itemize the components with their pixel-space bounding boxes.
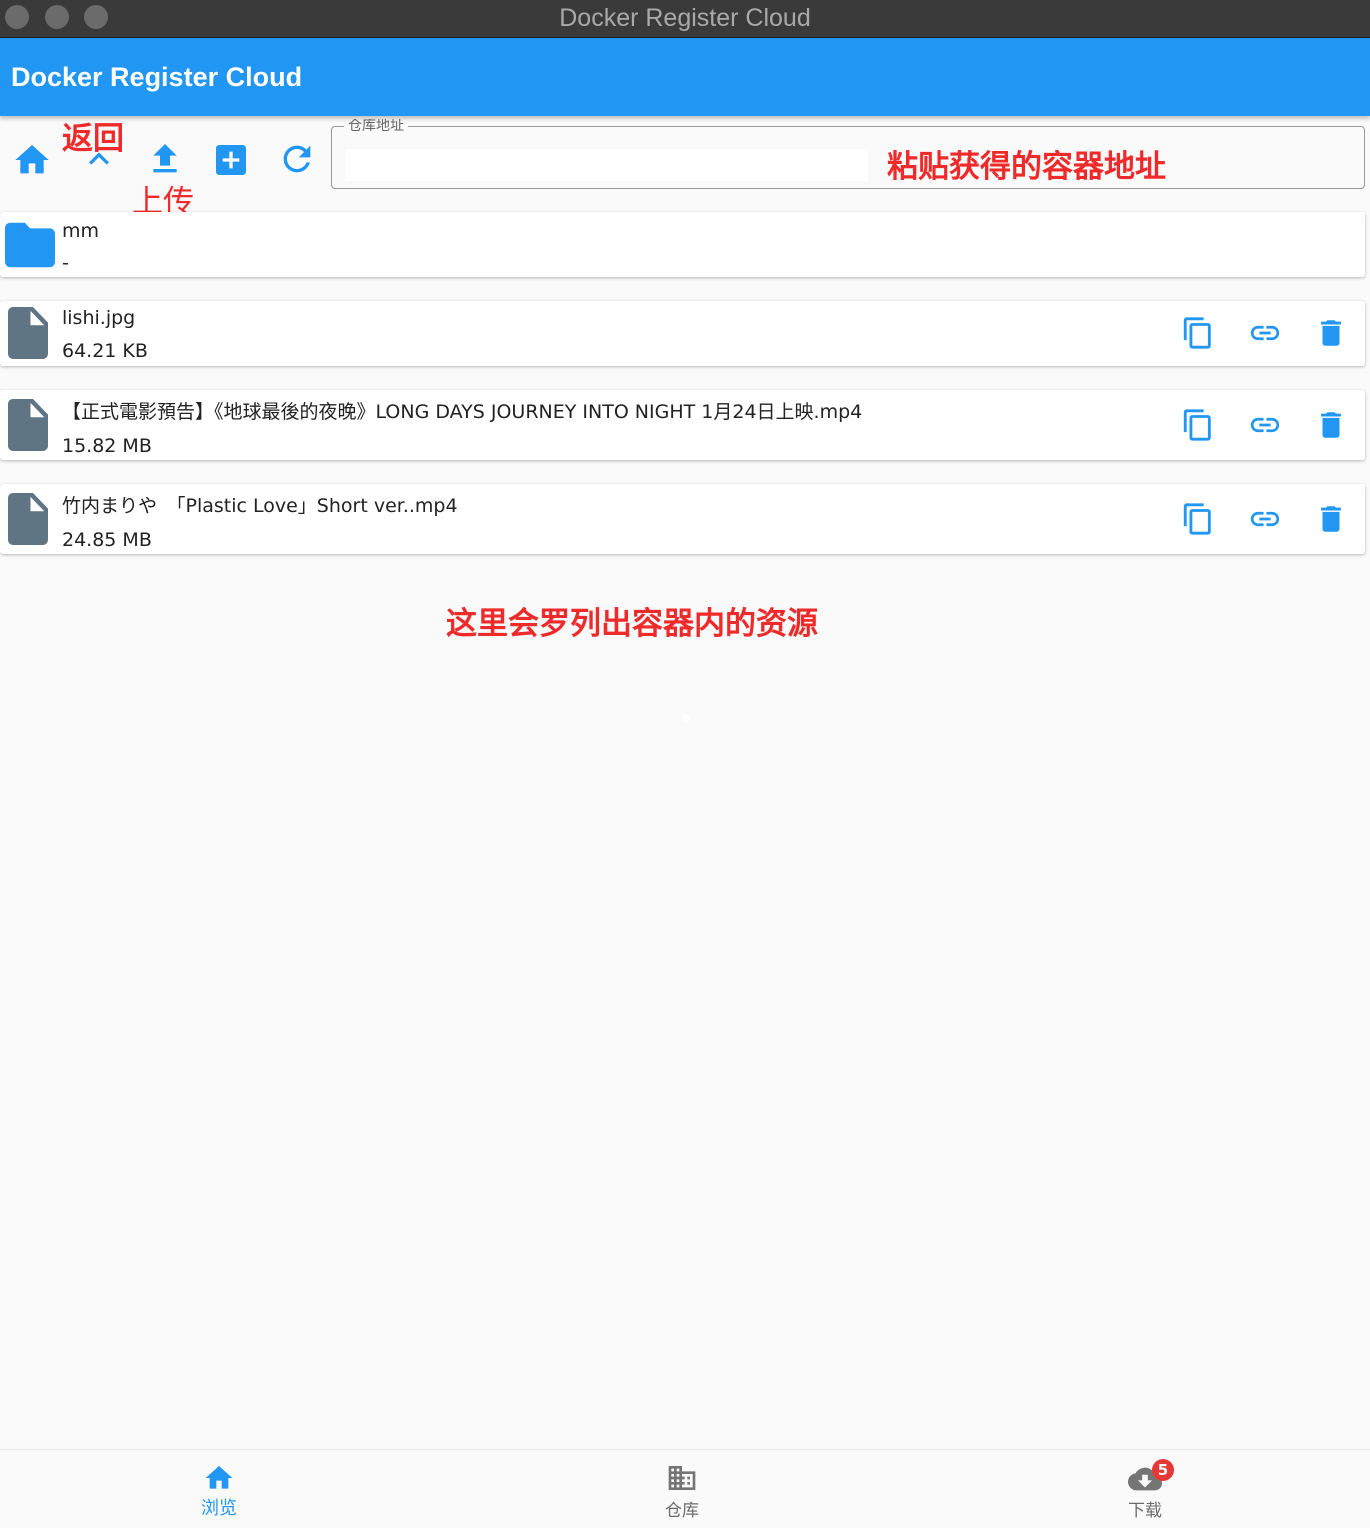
building-icon [668,1466,696,1490]
app-title: Docker Register Cloud [11,62,303,92]
file-name: 【正式電影預告】《地球最後的夜晚》LONG DAYS JOURNEY INTO … [62,401,863,423]
copy-icon [1183,317,1211,349]
home-icon [15,145,49,174]
copy-button[interactable] [1181,502,1215,536]
file-name: mm [62,220,100,242]
window-title: Docker Register Cloud [559,4,811,32]
copy-button[interactable] [1181,408,1215,442]
nav-browse[interactable]: 浏览 [159,1450,279,1528]
delete-button[interactable] [1314,502,1348,536]
window-titlebar: Docker Register Cloud [0,0,1370,38]
file-icon [8,307,48,359]
list-annotation: 这里会罗列出容器内的资源 [446,606,818,642]
file-size: 64.21 KB [62,340,148,362]
file-name: 竹内まりや 「Plastic Love」Short ver..mp4 [62,495,458,517]
file-size: 15.82 MB [62,435,152,457]
link-button[interactable] [1248,502,1282,536]
file-size: - [62,252,69,274]
nav-label: 仓库 [665,1501,699,1521]
app-bar: Docker Register Cloud [0,38,1370,116]
back-annotation: 返回 [62,121,124,157]
file-name: lishi.jpg [62,307,136,329]
link-icon [1250,417,1280,433]
list-item[interactable]: mm - [0,212,1365,277]
home-icon [205,1466,233,1489]
bottom-navigation: 浏览 仓库 5 下载 [0,1449,1370,1528]
delete-icon [1321,320,1341,346]
address-label: 仓库地址 [344,119,408,131]
link-button[interactable] [1248,316,1282,350]
download-count-badge: 5 [1152,1459,1174,1481]
delete-button[interactable] [1314,316,1348,350]
refresh-icon [283,145,311,173]
nav-download[interactable]: 5 下载 [1085,1450,1205,1528]
loading-dot [682,714,690,722]
nav-label: 下载 [1128,1501,1162,1521]
folder-icon [5,222,55,268]
file-icon [8,493,48,545]
refresh-button[interactable] [277,139,317,179]
repository-address-field[interactable]: 仓库地址 粘贴获得的容器地址 [331,119,1365,189]
delete-icon [1321,412,1341,438]
new-folder-button[interactable] [211,140,251,180]
list-item[interactable]: 【正式電影預告】《地球最後的夜晚》LONG DAYS JOURNEY INTO … [0,390,1365,460]
delete-icon [1321,506,1341,532]
delete-button[interactable] [1314,408,1348,442]
list-item[interactable]: lishi.jpg 64.21 KB [0,301,1365,366]
home-button[interactable] [12,140,52,180]
upload-button[interactable] [145,139,185,179]
address-annotation: 粘贴获得的容器地址 [887,149,1166,185]
copy-icon [1183,409,1211,441]
list-item[interactable]: 竹内まりや 「Plastic Love」Short ver..mp4 24.85… [0,484,1365,554]
address-input[interactable] [345,149,868,181]
add-box-icon [216,145,246,175]
nav-repository[interactable]: 仓库 [622,1450,742,1528]
file-size: 24.85 MB [62,529,152,551]
upload-icon [153,144,177,173]
link-button[interactable] [1248,408,1282,442]
copy-button[interactable] [1181,316,1215,350]
copy-icon [1183,503,1211,535]
link-icon [1250,511,1280,527]
file-icon [8,399,48,451]
link-icon [1250,325,1280,341]
nav-label: 浏览 [201,1498,237,1519]
